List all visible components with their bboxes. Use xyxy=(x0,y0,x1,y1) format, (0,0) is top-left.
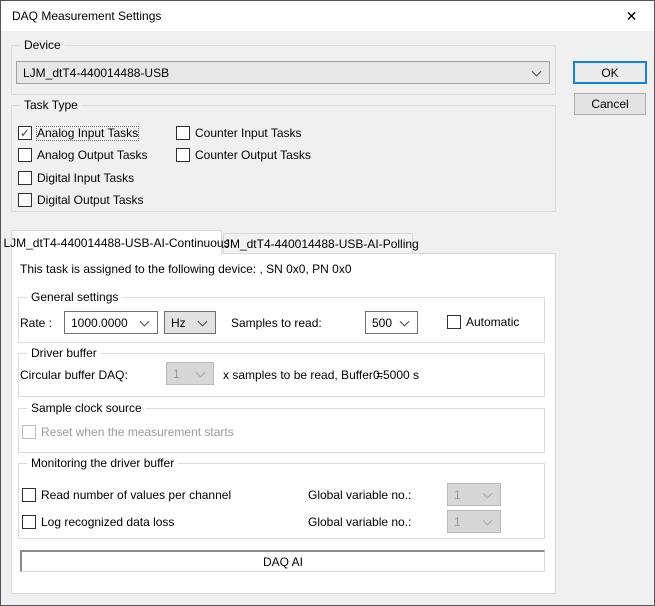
reset-on-start-checkbox: Reset when the measurement starts xyxy=(22,425,234,439)
rate-combobox[interactable]: 1000.0000 xyxy=(64,311,158,334)
device-group-label: Device xyxy=(20,38,65,52)
checkbox-digital-input-tasks[interactable]: Digital Input Tasks xyxy=(18,171,134,185)
checkbox-box xyxy=(176,148,190,162)
chevron-down-icon xyxy=(198,316,208,326)
close-icon: ✕ xyxy=(626,8,638,25)
tab-ai-polling[interactable]: LJM_dtT4-440014488-USB-AI-Polling xyxy=(223,233,413,253)
assignment-text: This task is assigned to the following d… xyxy=(20,262,352,276)
global-variable-label: Global variable no.: xyxy=(308,488,411,502)
checkbox-box: ✓ xyxy=(18,126,32,140)
samples-to-read-label: Samples to read: xyxy=(231,316,322,330)
checkbox-box xyxy=(176,126,190,140)
driver-buffer-group-label: Driver buffer xyxy=(27,346,101,360)
global-variable-combobox-2: 1 xyxy=(447,510,501,533)
daq-measurement-settings-dialog: DAQ Measurement Settings ✕ Device LJM_dt… xyxy=(0,0,655,606)
checkbox-analog-input-tasks[interactable]: ✓ Analog Input Tasks xyxy=(18,126,138,140)
daq-ai-header: DAQ AI xyxy=(20,550,545,572)
general-settings-group-label: General settings xyxy=(27,290,122,304)
checkbox-box xyxy=(22,425,36,439)
checkbox-box xyxy=(18,193,32,207)
checkbox-digital-output-tasks[interactable]: Digital Output Tasks xyxy=(18,193,144,207)
chevron-down-icon xyxy=(140,316,150,326)
samples-to-read-combobox[interactable]: 500 xyxy=(365,311,418,334)
global-variable-label: Global variable no.: xyxy=(308,515,411,529)
monitoring-group-label: Monitoring the driver buffer xyxy=(27,456,178,470)
checkbox-counter-input-tasks[interactable]: Counter Input Tasks xyxy=(176,126,302,140)
device-combobox-value: LJM_dtT4-440014488-USB xyxy=(23,66,169,80)
rate-label: Rate : xyxy=(20,316,52,330)
task-type-group-label: Task Type xyxy=(20,98,82,112)
close-button[interactable]: ✕ xyxy=(609,1,654,31)
rate-unit-combobox[interactable]: Hz xyxy=(164,311,216,334)
window-title: DAQ Measurement Settings xyxy=(12,9,161,23)
title-bar: DAQ Measurement Settings ✕ xyxy=(1,1,654,31)
checkbox-analog-output-tasks[interactable]: Analog Output Tasks xyxy=(18,148,148,162)
checkbox-box xyxy=(22,488,36,502)
checkbox-box xyxy=(18,171,32,185)
sample-clock-group-label: Sample clock source xyxy=(27,401,146,415)
check-icon: ✓ xyxy=(20,128,30,138)
checkbox-counter-output-tasks[interactable]: Counter Output Tasks xyxy=(176,148,311,162)
automatic-checkbox[interactable]: Automatic xyxy=(447,315,519,329)
read-values-checkbox[interactable]: Read number of values per channel xyxy=(22,488,231,502)
log-data-loss-checkbox[interactable]: Log recognized data loss xyxy=(22,515,174,529)
buffer-value: 0.5000 s xyxy=(373,368,419,382)
circular-buffer-combobox: 1 xyxy=(166,362,214,385)
buffer-suffix-label: x samples to be read, Buffer = xyxy=(223,368,383,382)
ok-button[interactable]: OK xyxy=(573,61,647,84)
device-combobox[interactable]: LJM_dtT4-440014488-USB xyxy=(16,61,550,84)
chevron-down-icon xyxy=(400,316,410,326)
circular-buffer-label: Circular buffer DAQ: xyxy=(20,368,128,382)
checkbox-box xyxy=(18,148,32,162)
global-variable-combobox-1: 1 xyxy=(447,483,501,506)
chevron-down-icon xyxy=(196,367,206,377)
tab-ai-continuous[interactable]: LJM_dtT4-440014488-USB-AI-Continuous xyxy=(11,230,222,254)
cancel-button[interactable]: Cancel xyxy=(574,93,646,115)
chevron-down-icon xyxy=(532,66,542,76)
checkbox-box xyxy=(447,315,461,329)
chevron-down-icon xyxy=(483,515,493,525)
chevron-down-icon xyxy=(483,488,493,498)
checkbox-box xyxy=(22,515,36,529)
